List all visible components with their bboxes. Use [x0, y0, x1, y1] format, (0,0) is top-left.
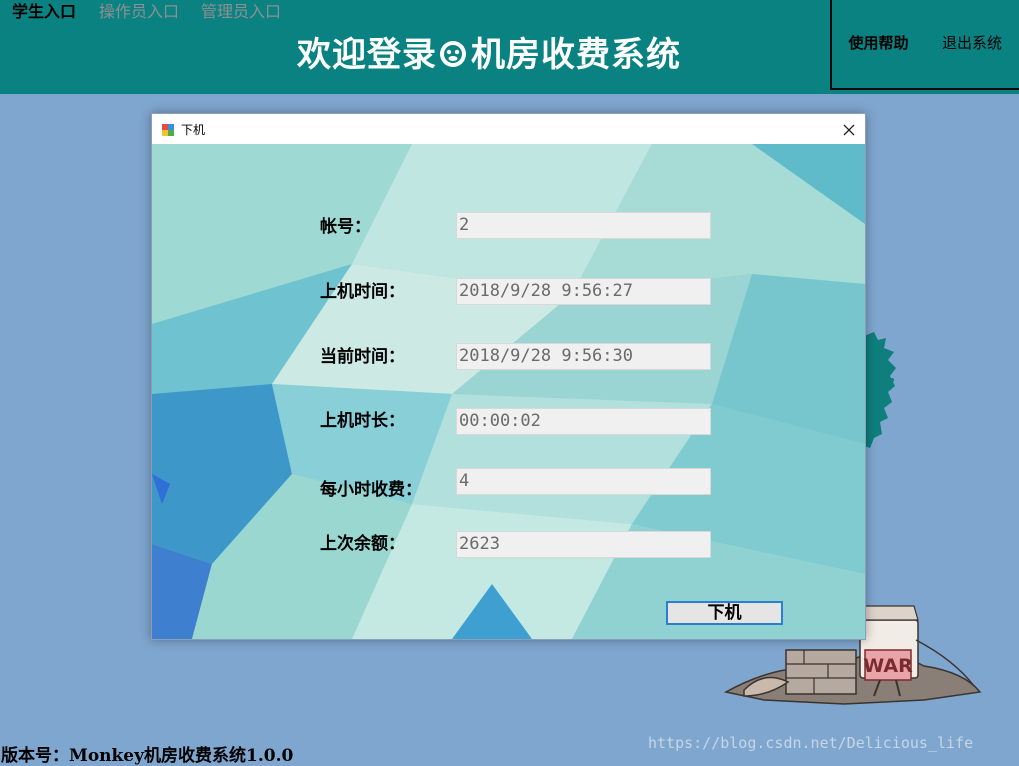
- login-time-field[interactable]: 2018/9/28 9:56:27: [456, 278, 711, 305]
- previous-balance-field[interactable]: 2623: [456, 531, 711, 558]
- login-time-label: 上机时间：: [320, 282, 405, 302]
- window-app-icon: [161, 122, 175, 141]
- dialog-titlebar[interactable]: 下机: [152, 114, 865, 144]
- hourly-rate-label: 每小时收费：: [320, 480, 422, 500]
- tab-student-entry[interactable]: 学生入口: [12, 1, 76, 23]
- logout-button[interactable]: 下机: [666, 601, 783, 625]
- app-title-part1: 欢迎登录: [297, 35, 437, 75]
- dialog-client-area: 帐号： 2 上机时间： 2018/9/28 9:56:27 当前时间： 2018…: [152, 144, 865, 639]
- account-field[interactable]: 2: [456, 212, 711, 239]
- logout-dialog: 下机 帐号： 2 上机时间： 2018/9/28 9:56:27 当前时间： 2…: [151, 113, 866, 640]
- session-duration-field[interactable]: 00:00:02: [456, 408, 711, 435]
- help-button[interactable]: 使用帮助: [830, 0, 927, 90]
- monkey-logo-icon: [438, 37, 468, 79]
- close-icon[interactable]: [842, 122, 856, 141]
- current-time-label: 当前时间：: [320, 347, 405, 367]
- version-text: 版本号：Monkey机房收费系统1.0.0: [1, 746, 294, 766]
- tree-decoration: [864, 332, 898, 454]
- blog-watermark: https://blog.csdn.net/Delicious_life: [648, 734, 974, 752]
- header-bar: 学生入口 操作员入口 管理员入口 欢迎登录 机房收费系统 使用帮助 退出系统: [0, 0, 1019, 94]
- exit-system-button[interactable]: 退出系统: [923, 0, 1019, 90]
- session-duration-label: 上机时长：: [320, 411, 405, 431]
- account-label: 帐号：: [320, 217, 371, 237]
- hourly-rate-field[interactable]: 4: [456, 468, 711, 495]
- dialog-title: 下机: [181, 123, 206, 137]
- previous-balance-label: 上次余额：: [320, 534, 405, 554]
- app-title-part2: 机房收费系统: [471, 35, 681, 75]
- tab-operator-entry[interactable]: 操作员入口: [99, 1, 179, 23]
- app-title: 欢迎登录 机房收费系统: [297, 34, 681, 79]
- current-time-field[interactable]: 2018/9/28 9:56:30: [456, 343, 711, 370]
- war-sign-text: WAR: [863, 655, 913, 677]
- tab-admin-entry[interactable]: 管理员入口: [201, 1, 281, 23]
